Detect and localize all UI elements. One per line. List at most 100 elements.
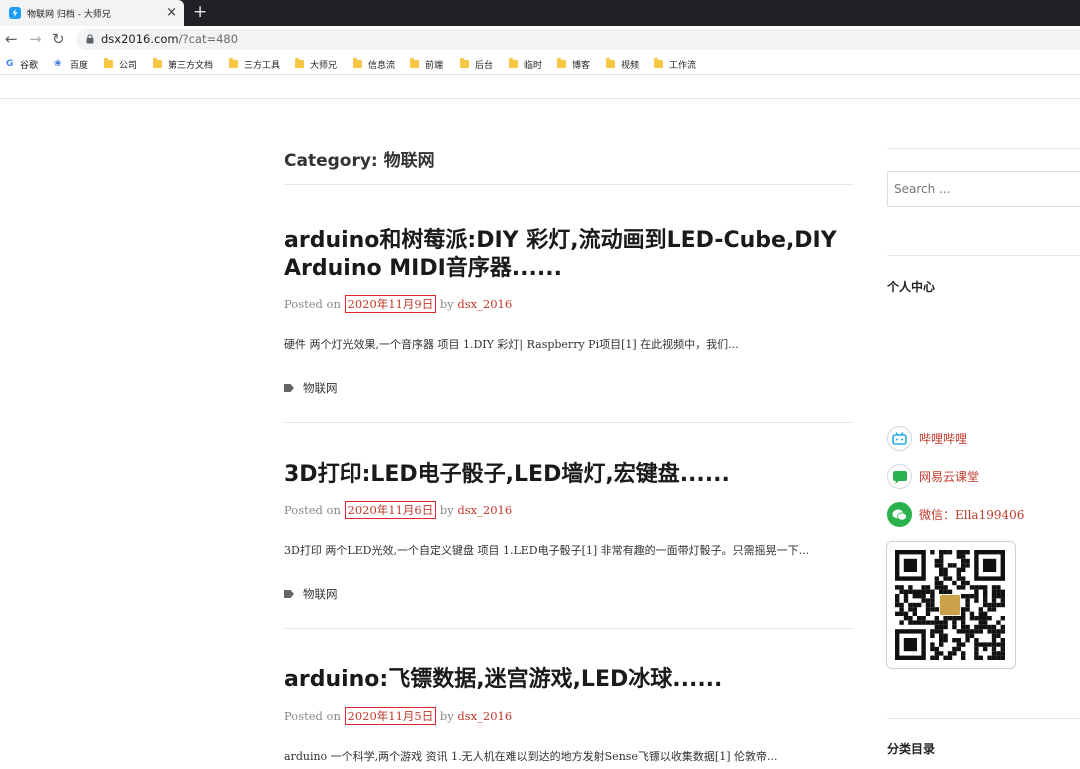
- url-input[interactable]: dsx2016.com/?cat=480: [76, 29, 1080, 50]
- qr-avatar-icon: [939, 594, 961, 616]
- tag-icon: [284, 384, 294, 392]
- post-title-link[interactable]: arduino:飞镖数据,迷宫游戏,LED冰球......: [284, 666, 844, 694]
- post-meta: Posted on 2020年11月5日 by dsx_2016: [284, 707, 512, 725]
- bookmark-folder[interactable]: 第三方文档: [153, 57, 213, 71]
- folder-icon: [557, 58, 566, 68]
- posted-on-label: Posted on: [284, 297, 341, 311]
- post-title-link[interactable]: arduino和树莓派:DIY 彩灯,流动画到LED-Cube,DIY Ardu…: [284, 227, 844, 283]
- bookmark-label: 第三方文档: [168, 60, 214, 71]
- address-bar: ← → ↻ dsx2016.com/?cat=480: [0, 26, 1080, 53]
- bookmark-folder[interactable]: 前端: [410, 57, 443, 71]
- google-icon: G: [6, 59, 14, 69]
- url-text: dsx2016.com/?cat=480: [101, 32, 238, 46]
- by-label: by: [439, 709, 454, 723]
- bookmark-label: 前端: [425, 60, 444, 71]
- netease-study-icon: [887, 464, 912, 489]
- bilibili-label: 哔哩哔哩: [919, 432, 968, 446]
- category-heading: Category: 物联网: [284, 151, 435, 171]
- post-category-link[interactable]: 物联网: [303, 586, 338, 602]
- post-excerpt: 3D打印 两个LED光效,一个自定义键盘 项目 1.LED电子骰子[1] 非常有…: [284, 544, 810, 557]
- folder-icon: [295, 58, 304, 68]
- bookmark-label: 临时: [524, 60, 543, 71]
- bookmark-label: 谷歌: [20, 60, 39, 71]
- forward-arrow-icon[interactable]: →: [29, 31, 42, 47]
- post-date-link[interactable]: 2020年11月6日: [344, 501, 437, 519]
- bookmark-folder[interactable]: 博客: [557, 57, 590, 71]
- divider: [887, 148, 1080, 149]
- bookmark-google[interactable]: G 谷歌: [6, 57, 38, 71]
- bookmark-folder[interactable]: 信息流: [353, 57, 395, 71]
- folder-icon: [606, 58, 615, 68]
- url-host: dsx2016.com: [101, 32, 179, 46]
- tag-icon: [284, 590, 294, 598]
- netease-study-link[interactable]: 网易云课堂: [887, 464, 979, 489]
- netease-study-label: 网易云课堂: [919, 470, 980, 484]
- post-author-link[interactable]: dsx_2016: [457, 297, 512, 311]
- bookmark-folder[interactable]: 公司: [104, 57, 137, 71]
- bookmark-label: 信息流: [368, 60, 396, 71]
- site-favicon-icon: [9, 7, 21, 19]
- post-date-link[interactable]: 2020年11月9日: [344, 295, 437, 313]
- post-category: 物联网: [284, 380, 338, 396]
- browser-tab[interactable]: 物联网 归档 - 大师兄 ×: [0, 0, 184, 26]
- bookmark-folder[interactable]: 后台: [460, 57, 493, 71]
- divider: [284, 628, 854, 629]
- divider: [284, 184, 854, 185]
- post-title-link[interactable]: 3D打印:LED电子骰子,LED墙灯,宏键盘......: [284, 461, 844, 489]
- divider: [284, 422, 854, 423]
- new-tab-icon[interactable]: +: [193, 2, 207, 22]
- by-label: by: [439, 297, 454, 311]
- wechat-label: 微信：Ella199406: [919, 508, 1025, 522]
- post-excerpt: arduino 一个科学,两个游戏 资讯 1.无人机在难以到达的地方发射Sens…: [284, 750, 778, 763]
- bilibili-icon: [887, 426, 912, 451]
- bookmark-folder[interactable]: 工作流: [654, 57, 696, 71]
- folder-icon: [153, 58, 162, 68]
- folder-icon: [410, 58, 419, 68]
- bookmark-label: 百度: [70, 60, 89, 71]
- post-date-link[interactable]: 2020年11月5日: [344, 707, 437, 725]
- back-arrow-icon[interactable]: ←: [5, 31, 18, 47]
- divider: [887, 255, 1080, 256]
- bookmark-folder[interactable]: 临时: [509, 57, 542, 71]
- bookmark-label: 三方工具: [244, 60, 281, 71]
- reload-icon[interactable]: ↻: [52, 31, 65, 47]
- posted-on-label: Posted on: [284, 503, 341, 517]
- folder-icon: [509, 58, 518, 68]
- post-author-link[interactable]: dsx_2016: [457, 503, 512, 517]
- bookmark-folder[interactable]: 三方工具: [229, 57, 280, 71]
- personal-center-heading: 个人中心: [887, 280, 936, 294]
- tab-close-icon[interactable]: ×: [166, 6, 177, 19]
- by-label: by: [439, 503, 454, 517]
- folder-icon: [460, 58, 469, 68]
- folder-icon: [654, 58, 663, 68]
- post-author-link[interactable]: dsx_2016: [457, 709, 512, 723]
- bookmark-folder[interactable]: 视频: [606, 57, 639, 71]
- bookmark-label: 视频: [621, 60, 640, 71]
- post-excerpt: 硬件 两个灯光效果,一个音序器 项目 1.DIY 彩灯| Raspberry P…: [284, 338, 739, 351]
- posted-on-label: Posted on: [284, 709, 341, 723]
- category-directory-heading: 分类目录: [887, 742, 936, 756]
- post-category-link[interactable]: 物联网: [303, 380, 338, 396]
- post-category: 物联网: [284, 586, 338, 602]
- wechat-icon: [887, 502, 912, 527]
- folder-icon: [353, 58, 362, 68]
- divider: [887, 718, 1080, 719]
- baidu-icon: ❀: [54, 59, 62, 69]
- qr-code-image: [895, 550, 1005, 660]
- bookmarks-bar: G 谷歌 ❀ 百度 公司 第三方文档 三方工具 大师兄 信息流 前端 后台 临时…: [0, 53, 1080, 75]
- url-path: /?cat=480: [178, 32, 239, 46]
- bookmark-baidu[interactable]: ❀ 百度: [54, 57, 88, 71]
- wechat-link[interactable]: 微信：Ella199406: [887, 502, 1024, 527]
- bookmark-label: 大师兄: [310, 60, 338, 71]
- bookmark-folder[interactable]: 大师兄: [295, 57, 337, 71]
- bilibili-link[interactable]: 哔哩哔哩: [887, 426, 967, 451]
- post-meta: Posted on 2020年11月9日 by dsx_2016: [284, 295, 512, 313]
- search-input[interactable]: [887, 171, 1080, 207]
- bookmark-label: 后台: [475, 60, 494, 71]
- bookmark-label: 公司: [119, 60, 138, 71]
- bookmark-label: 工作流: [669, 60, 697, 71]
- post-meta: Posted on 2020年11月6日 by dsx_2016: [284, 501, 512, 519]
- site-top-bar: [0, 75, 1080, 99]
- wechat-qr-code: [886, 541, 1016, 669]
- folder-icon: [104, 58, 113, 68]
